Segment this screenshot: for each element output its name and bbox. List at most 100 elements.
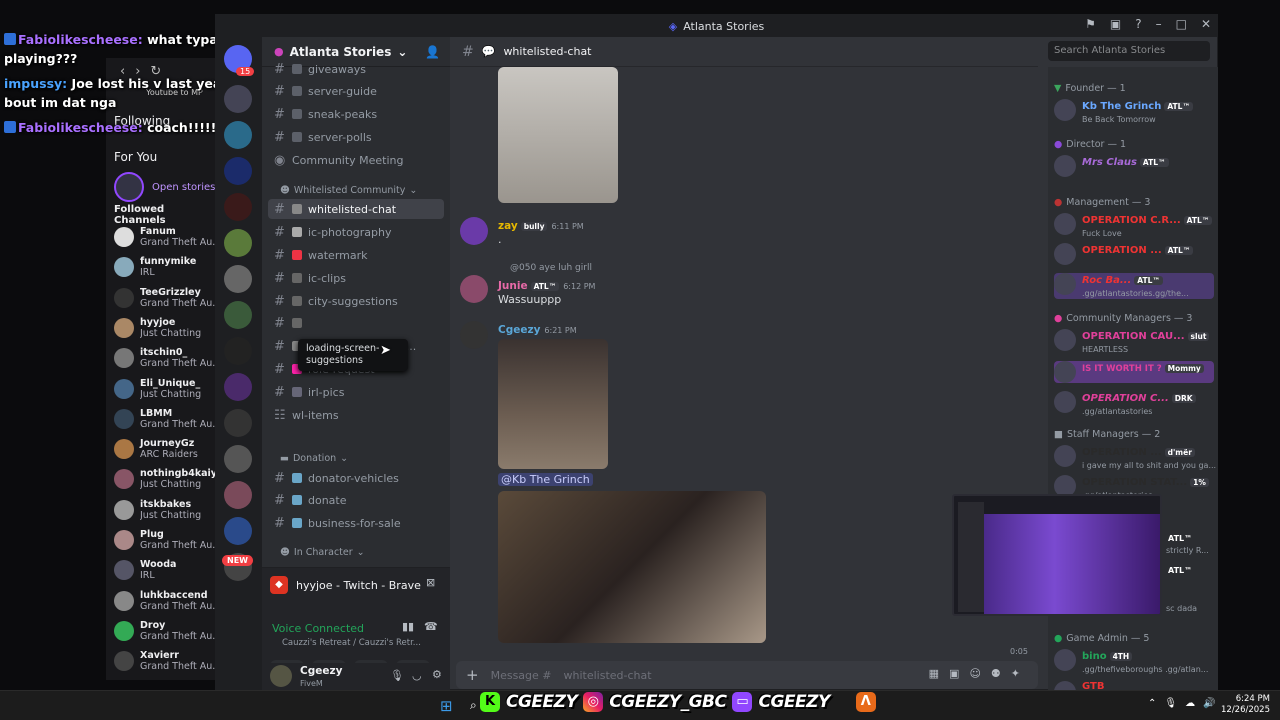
- close-icon[interactable]: ✕: [1201, 17, 1211, 31]
- server-icon[interactable]: [224, 121, 252, 149]
- category-donation[interactable]: ▬ Donation ⌄: [280, 453, 348, 464]
- member-row[interactable]: OPERATION ... ATL™: [1054, 243, 1214, 265]
- help-icon[interactable]: ?: [1135, 17, 1141, 31]
- channel-donate[interactable]: # donate: [268, 490, 444, 510]
- maximize-icon[interactable]: □: [1176, 17, 1187, 31]
- channel-business-for-sale[interactable]: # business-for-sale: [268, 513, 444, 533]
- add-attachment-icon[interactable]: +: [466, 666, 479, 684]
- voice-channel-name[interactable]: Cauzzi's Retreat / Cauzzi's Retr...: [282, 638, 421, 648]
- followed-channel[interactable]: Eli_Unique_ Just Chatting: [114, 378, 218, 400]
- search-icon[interactable]: ⌕: [470, 698, 477, 713]
- server-icon[interactable]: [224, 157, 252, 185]
- server-icon[interactable]: [224, 409, 252, 437]
- add-member-icon[interactable]: 👤: [425, 45, 440, 59]
- inbox-icon[interactable]: ▣: [1110, 17, 1121, 31]
- channel-item[interactable]: # city-suggestions: [268, 291, 444, 311]
- windows-start-icon[interactable]: ⊞: [440, 697, 453, 715]
- channel-item[interactable]: #: [268, 313, 444, 333]
- channel-item[interactable]: # whitelisted-chat: [268, 199, 444, 219]
- role-icon: ●: [1054, 313, 1063, 324]
- clock[interactable]: 6:24 PM 12/26/2025: [1221, 694, 1270, 716]
- server-icon[interactable]: [224, 445, 252, 473]
- member-row[interactable]: Mrs Claus ATL™: [1054, 155, 1214, 177]
- followed-channel[interactable]: LBMM Grand Theft Au...: [114, 408, 218, 430]
- tray-icons[interactable]: ⌃🎙☁🔊: [1148, 698, 1224, 709]
- message-composer[interactable]: + Message # whitelisted-chat ▦▣☺⚉✦: [456, 661, 1038, 689]
- channel-server-guide[interactable]: # server-guide: [268, 81, 444, 101]
- app-icon[interactable]: Λ: [855, 692, 876, 712]
- followed-channel[interactable]: itskbakes Just Chatting: [114, 499, 218, 521]
- minimize-icon[interactable]: –: [1156, 17, 1162, 31]
- server-icon[interactable]: [224, 85, 252, 113]
- followed-channel[interactable]: TeeGrizzley Grand Theft Au...: [114, 287, 218, 309]
- hash-icon: #: [274, 83, 285, 99]
- headphones-icon[interactable]: ◡: [412, 669, 422, 682]
- for-you-heading[interactable]: For You: [114, 150, 157, 164]
- followed-channel[interactable]: Wooda IRL: [114, 559, 218, 581]
- avatar[interactable]: [460, 275, 488, 303]
- close-stream-icon[interactable]: ⊠: [426, 576, 435, 589]
- message-author[interactable]: Cgeezy: [498, 324, 540, 336]
- pip-webcam[interactable]: [952, 494, 1162, 616]
- channel-item[interactable]: # watermark: [268, 245, 444, 265]
- message-video[interactable]: [498, 491, 766, 643]
- noise-suppression-icon[interactable]: ▮▮: [402, 620, 414, 633]
- member-row[interactable]: Kb The Grinch ATL™ Be Back Tomorrow: [1054, 99, 1214, 125]
- category-whitelisted[interactable]: ☻ Whitelisted Community ⌄: [280, 185, 417, 196]
- member-row[interactable]: OPERATION C.R... ATL™ Fuck Love: [1054, 213, 1214, 239]
- followed-channel[interactable]: itschin0_ Grand Theft Au...: [114, 347, 218, 369]
- server-icon[interactable]: [224, 481, 252, 509]
- mic-icon[interactable]: 🎙: [390, 669, 404, 682]
- member-row[interactable]: Roc Ba... ATL™ .gg/atlantastories.gg/the..…: [1054, 273, 1214, 299]
- server-icon[interactable]: [224, 337, 252, 365]
- search-input[interactable]: Search Atlanta Stories: [1048, 41, 1210, 61]
- channel-donator-vehicles[interactable]: # donator-vehicles: [268, 468, 444, 488]
- server-icon[interactable]: [224, 373, 252, 401]
- followed-channel[interactable]: funnymike IRL: [114, 256, 218, 278]
- channel-server-polls[interactable]: # server-polls: [268, 127, 444, 147]
- channel-giveaways[interactable]: # giveaways: [268, 59, 444, 79]
- channel-item[interactable]: # ic-clips: [268, 268, 444, 288]
- channel-item[interactable]: # irl-pics: [268, 382, 444, 402]
- gear-icon[interactable]: ⚙: [432, 668, 442, 681]
- reply-preview[interactable]: @050 aye luh girll: [510, 263, 592, 273]
- followed-channel[interactable]: hyyjoe Just Chatting: [114, 317, 218, 339]
- member-row[interactable]: OPERATION C... DRK .gg/atlantastories: [1054, 391, 1214, 417]
- stream-activity[interactable]: ◆ hyyjoe - Twitch - Brave: [270, 576, 421, 594]
- member-row[interactable]: IS IT WORTH IT ? Mommy: [1054, 361, 1214, 383]
- message-image[interactable]: [498, 339, 608, 469]
- composer-tool-icons[interactable]: ▦▣☺⚉✦: [929, 667, 1030, 680]
- open-stories[interactable]: Open stories: [114, 172, 215, 202]
- message-author[interactable]: zay: [498, 220, 518, 232]
- avatar[interactable]: [270, 665, 292, 687]
- channel-community-meeting[interactable]: ◉ Community Meeting: [268, 150, 444, 170]
- server-icon[interactable]: [224, 517, 252, 545]
- message-author[interactable]: Junie: [498, 280, 528, 292]
- channel-tooltip: loading-screen-suggestions: [298, 339, 408, 371]
- server-icon[interactable]: [224, 229, 252, 257]
- avatar[interactable]: [460, 321, 488, 349]
- flag-icon[interactable]: ⚑: [1085, 17, 1096, 31]
- message-image[interactable]: [498, 67, 618, 203]
- avatar[interactable]: [460, 217, 488, 245]
- user-mention[interactable]: @Kb The Grinch: [498, 473, 593, 486]
- member-row[interactable]: OPERATION ... d'mër i gave my all to shit …: [1054, 445, 1216, 471]
- channel-item[interactable]: # ic-photography: [268, 222, 444, 242]
- member-row[interactable]: bino 4TH .gg/thefiveboroughs .gg/atlan...: [1054, 649, 1214, 675]
- channel-sneak-peaks[interactable]: # sneak-peaks: [268, 104, 444, 124]
- followed-channel[interactable]: Fanum Grand Theft Au...: [114, 226, 218, 248]
- followed-channel[interactable]: Droy Grand Theft Au...: [114, 620, 218, 642]
- followed-channel[interactable]: nothingb4kaiyo Just Chatting: [114, 468, 224, 490]
- disconnect-icon[interactable]: ☎: [424, 620, 438, 633]
- followed-channel[interactable]: Plug Grand Theft Au...: [114, 529, 218, 551]
- server-icon[interactable]: [224, 193, 252, 221]
- server-icon[interactable]: [224, 265, 252, 293]
- category-in-character[interactable]: ☻ In Character ⌄: [280, 547, 365, 558]
- server-icon[interactable]: [224, 301, 252, 329]
- member-row[interactable]: OPERATION CAU... slut HEARTLESS: [1054, 329, 1214, 355]
- member-name: OPERATION CAU...: [1082, 331, 1185, 342]
- channel-item[interactable]: ☷ wl-items: [268, 405, 444, 425]
- followed-channel[interactable]: JourneyGz ARC Raiders: [114, 438, 218, 460]
- followed-channel[interactable]: Xavierr Grand Theft Au...: [114, 650, 218, 672]
- followed-channel[interactable]: luhkbaccend Grand Theft Au...: [114, 590, 218, 612]
